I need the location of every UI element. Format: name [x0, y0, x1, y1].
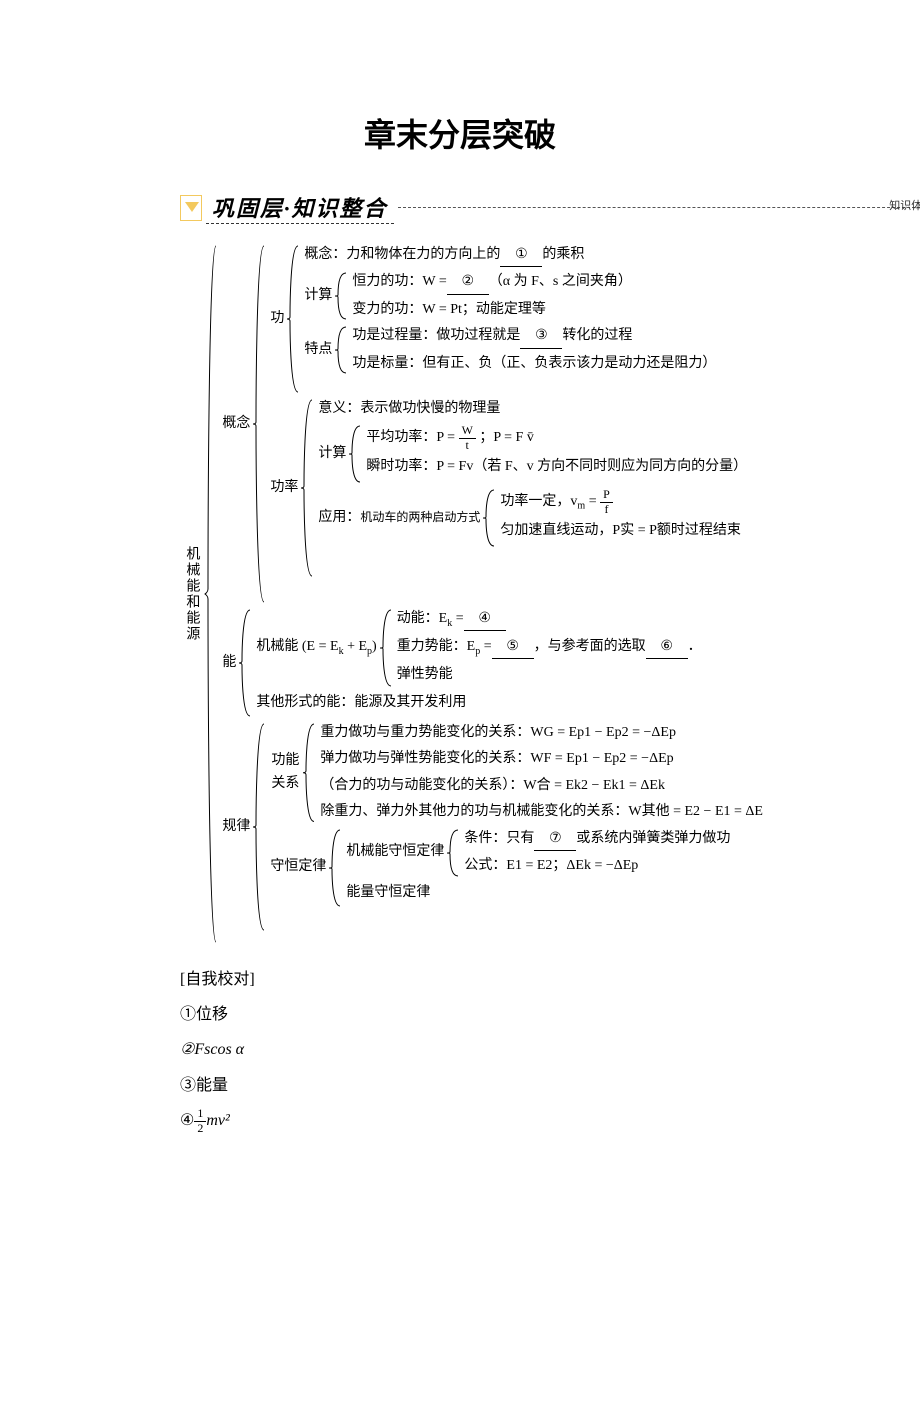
banner-rule: [398, 207, 920, 208]
kinetic-line: 动能：Ek =④: [397, 608, 702, 632]
rel-line-2: 弹力做功与弹性势能变化的关系：WF = Ep1 − Ep2 = −ΔEp: [320, 748, 763, 770]
brace-icon: [204, 244, 218, 944]
brace-icon: [348, 424, 362, 484]
mech-cons-label: 机械能守恒定律: [346, 841, 444, 863]
answer-2: ②Fscos α: [180, 1032, 920, 1067]
brace-icon: [334, 325, 348, 375]
rel-label: 功能关系: [270, 750, 300, 795]
mech-energy-label: 机械能 (E = Ek + Ep): [256, 636, 376, 660]
power-inst: 瞬时功率：P = Fv（若 F、v 方向不同时则应为同方向的分量）: [366, 456, 747, 478]
rel-line-1: 重力做功与重力势能变化的关系：WG = Ep1 − Ep2 = −ΔEp: [320, 722, 763, 744]
law-label: 规律: [222, 816, 250, 838]
gong-calc-var: 变力的功：W = Pt；动能定理等: [352, 299, 631, 321]
formula-line: 公式：E1 = E2；ΔEk = −ΔEp: [464, 855, 730, 877]
brace-icon: [334, 271, 348, 321]
power-app-line2: 匀加速直线运动，P实 = P额时过程结束: [500, 520, 740, 542]
page-title: 章末分层突破: [0, 110, 920, 156]
answer-3: ③能量: [180, 1068, 920, 1103]
cons-label: 守恒定律: [270, 856, 326, 878]
grav-line: 重力势能：Ep =⑤，与参考面的选取⑥．: [397, 636, 702, 660]
root-label: 机械能和能源: [180, 546, 202, 642]
elastic-line: 弹性势能: [397, 664, 702, 686]
answer-4: ④12mv²: [180, 1103, 920, 1138]
blank-3: ③: [520, 325, 562, 348]
power-app-line1: 功率一定，vm = Pf: [500, 488, 740, 515]
gong-feat-label: 特点: [304, 339, 332, 361]
energy-cons-line: 能量守恒定律: [346, 882, 730, 904]
gong-feat-scalar: 功是标量：但有正、负（正、负表示该力是动力还是阻力）: [352, 353, 716, 375]
gong-calc-const: 恒力的功：W =②（α 为 F、s 之间夹角）: [352, 271, 631, 294]
brace-icon: [286, 244, 300, 394]
brace-icon: [328, 828, 342, 908]
power-avg: 平均功率：P = Wt ；P = F v̄: [366, 424, 747, 451]
gong-label: 功: [270, 308, 284, 330]
banner-right-text: 知识体系 反哺教材: [889, 197, 920, 213]
answers-block: [自我校对] ①位移 ②Fscos α ③能量 ④12mv²: [180, 962, 920, 1138]
brace-icon: [446, 828, 460, 878]
blank-4: ④: [464, 608, 506, 631]
blank-7: ⑦: [534, 828, 576, 851]
brace-icon: [302, 722, 316, 824]
power-label: 功率: [270, 477, 298, 499]
cond-line: 条件：只有⑦或系统内弹簧类弹力做功: [464, 828, 730, 851]
gong-calc-label: 计算: [304, 285, 332, 307]
blank-5: ⑤: [492, 636, 534, 659]
brace-icon: [252, 244, 266, 604]
concept-label: 概念: [222, 413, 250, 435]
brace-icon: [300, 398, 314, 578]
brace-icon: [482, 488, 496, 548]
power-app-label: 应用：机动车的两种启动方式: [318, 507, 480, 529]
brace-icon: [252, 722, 266, 932]
answers-heading: [自我校对]: [180, 962, 920, 997]
other-energy-line: 其他形式的能：能源及其开发利用: [256, 692, 701, 714]
banner-label: 巩固层·知识整合: [206, 191, 394, 224]
energy-label: 能: [222, 652, 236, 674]
rel-line-3: （合力的功与动能变化的关系）：W合 = Ek2 − Ek1 = ΔEk: [320, 775, 763, 797]
brace-icon: [238, 608, 252, 718]
power-calc-label: 计算: [318, 443, 346, 465]
blank-2: ②: [447, 271, 489, 294]
power-meaning: 意义：表示做功快慢的物理量: [318, 398, 747, 420]
banner-arrow-icon: [180, 195, 202, 221]
section-banner: 巩固层·知识整合 知识体系 反哺教材: [180, 191, 920, 224]
brace-icon: [379, 608, 393, 688]
gong-concept-line: 概念：力和物体在力的方向上的①的乘积: [304, 244, 716, 267]
rel-line-4: 除重力、弹力外其他力的功与机械能变化的关系：W其他 = E2 − E1 = ΔE: [320, 801, 763, 823]
blank-1: ①: [500, 244, 542, 267]
answer-1: ①位移: [180, 997, 920, 1032]
blank-6: ⑥: [646, 636, 688, 659]
gong-feat-process: 功是过程量：做功过程就是③转化的过程: [352, 325, 716, 348]
outline-tree: 机械能和能源 概念 功 概念：力和物体在力的方向上的①的乘积: [180, 244, 920, 944]
